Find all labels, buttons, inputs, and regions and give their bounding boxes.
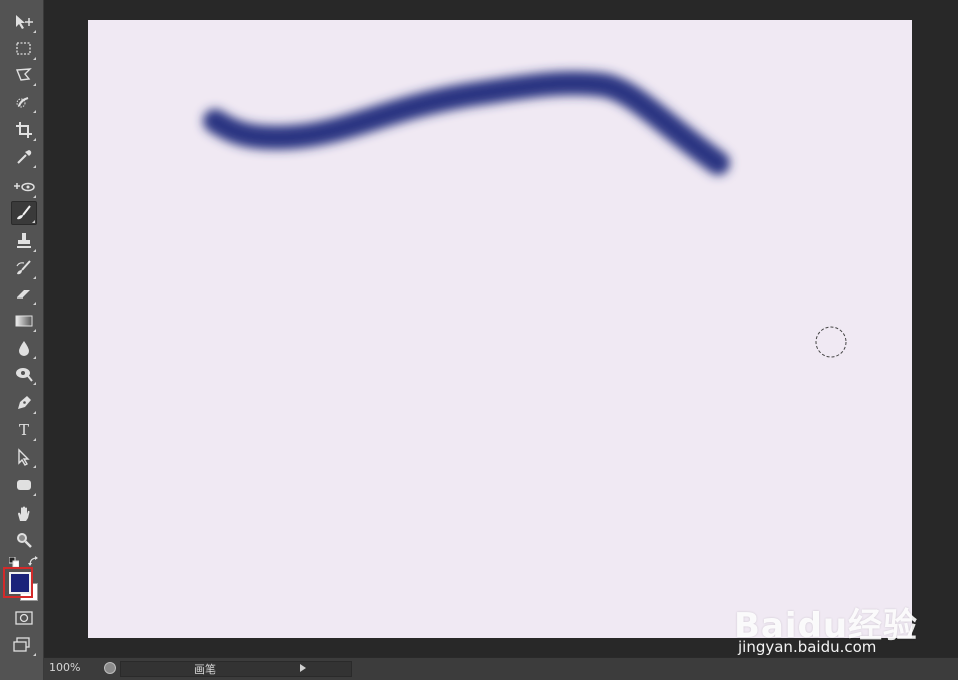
move-tool[interactable] — [11, 10, 37, 34]
hand-tool[interactable] — [11, 502, 37, 526]
rounded-rectangle-icon — [17, 480, 31, 490]
default-colors-icon[interactable] — [9, 557, 19, 567]
status-bar: 100% 画笔 — [44, 657, 958, 680]
foreground-color-swatch[interactable] — [9, 572, 31, 594]
lasso-icon — [15, 68, 32, 81]
path-selection-icon — [18, 448, 30, 466]
type-tool[interactable]: T — [11, 418, 37, 442]
zoom-level[interactable]: 100% — [49, 661, 80, 674]
pen-icon — [18, 396, 31, 409]
status-menu-arrow-icon[interactable] — [300, 664, 306, 672]
swap-colors-icon[interactable] — [28, 556, 39, 567]
hand-icon — [18, 506, 30, 521]
zoom-tool[interactable] — [11, 528, 37, 552]
zoom-icon — [17, 533, 32, 548]
history-brush-tool[interactable] — [11, 256, 37, 280]
crop-tool[interactable] — [11, 118, 37, 142]
eraser-icon — [17, 290, 30, 299]
gradient-icon — [15, 315, 33, 327]
dodge-tool[interactable] — [11, 362, 37, 386]
watermark-url: jingyan.baidu.com — [738, 638, 877, 656]
tools-panel: T — [0, 0, 44, 680]
dodge-icon — [16, 368, 33, 382]
screen-mode-button[interactable] — [11, 637, 37, 657]
eyedropper-tool[interactable] — [11, 145, 37, 169]
eraser-tool[interactable] — [11, 282, 37, 306]
pen-tool[interactable] — [11, 391, 37, 415]
path-selection-tool[interactable] — [11, 445, 37, 469]
move-icon — [16, 15, 33, 29]
lasso-tool[interactable] — [11, 63, 37, 87]
spot-healing-icon — [14, 182, 35, 192]
quick-mask-icon[interactable] — [15, 611, 33, 625]
marquee-icon — [16, 42, 31, 55]
history-brush-icon — [16, 260, 31, 275]
quick-selection-icon — [16, 96, 29, 108]
status-tool-label: 画笔 — [194, 663, 216, 676]
type-icon: T — [18, 420, 29, 439]
brush-tool[interactable] — [11, 201, 37, 225]
clone-stamp-tool[interactable] — [11, 229, 37, 253]
stamp-icon — [17, 233, 31, 248]
brush-icon — [17, 205, 31, 220]
screen-mode-icon — [13, 637, 30, 652]
status-info-field[interactable] — [120, 661, 352, 677]
crop-icon — [16, 122, 32, 138]
quick-selection-tool[interactable] — [11, 90, 37, 114]
marquee-tool[interactable] — [11, 37, 37, 61]
eyedropper-icon — [17, 150, 32, 164]
document-canvas[interactable] — [88, 20, 912, 638]
status-info-icon[interactable] — [104, 662, 116, 674]
rectangle-tool[interactable] — [11, 473, 37, 497]
water-drop-icon — [19, 341, 29, 356]
spot-healing-tool[interactable] — [11, 175, 37, 199]
gradient-tool[interactable] — [11, 309, 37, 333]
blur-tool[interactable] — [11, 336, 37, 360]
